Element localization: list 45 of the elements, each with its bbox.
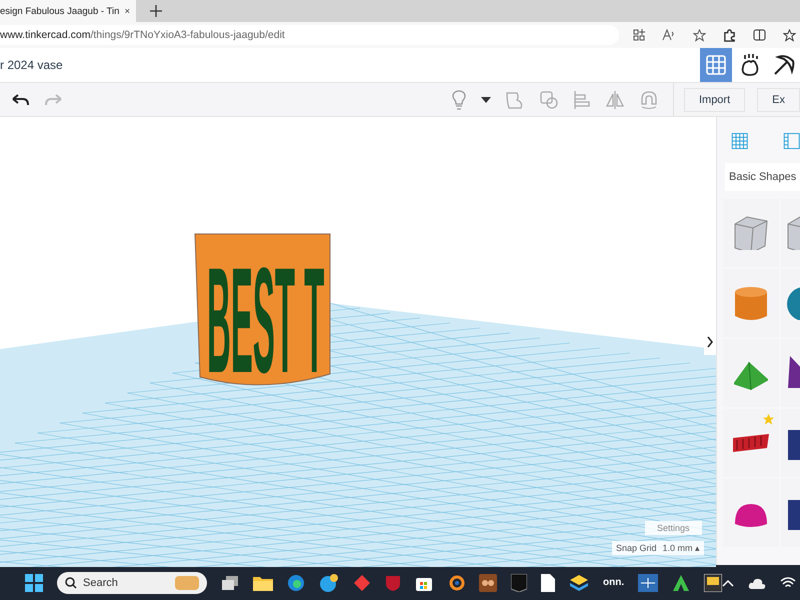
caret-icon[interactable] (480, 96, 491, 102)
ring-icon[interactable] (447, 574, 465, 592)
favorites-icon[interactable] (783, 28, 796, 42)
task-view-icon[interactable] (221, 574, 239, 590)
windows-logo-icon[interactable] (25, 574, 43, 592)
close-icon[interactable] (125, 6, 130, 16)
shield-icon[interactable] (385, 574, 401, 592)
folder-icon[interactable] (253, 574, 273, 590)
browser-icon[interactable] (287, 574, 305, 592)
lightbulb-icon[interactable] (450, 90, 467, 110)
layers-icon[interactable] (569, 574, 589, 592)
read-aloud-icon[interactable] (662, 29, 676, 41)
puzzle-icon[interactable] (723, 28, 736, 42)
text-shape-icon (733, 434, 769, 452)
picture-icon[interactable] (704, 574, 722, 592)
box-shape-icon (734, 216, 768, 250)
pickaxe-icon (772, 53, 796, 77)
chevron-up-icon[interactable] (722, 578, 734, 586)
star-outline-icon[interactable] (693, 28, 706, 42)
diamond-icon[interactable] (353, 574, 371, 592)
hand-icon (739, 53, 761, 77)
search-icon (65, 576, 77, 588)
browser-tab[interactable]: esign Fabulous Jaagub - Tin (0, 0, 136, 22)
onn-logo[interactable]: onn. (603, 577, 624, 588)
triangle-logo-icon[interactable] (672, 574, 690, 592)
new-tab-icon[interactable] (150, 5, 162, 17)
undo-icon[interactable] (12, 94, 30, 106)
import-button[interactable]: Import (684, 88, 746, 112)
split-screen-icon[interactable] (753, 29, 766, 41)
snap-grid-label: Snap Grid (616, 543, 657, 553)
snap-grid-dropdown[interactable]: 1.0 mm ▴ (662, 543, 700, 553)
grid-icon (706, 55, 726, 75)
cylinder-shape-icon (734, 286, 768, 320)
window-icon[interactable] (638, 574, 658, 592)
search-field[interactable]: Search (57, 572, 207, 594)
design-title[interactable]: r 2024 vase (0, 58, 63, 72)
app-grid-icon[interactable] (633, 29, 645, 41)
export-button[interactable]: Ex (757, 88, 800, 112)
shape-category-dropdown[interactable]: Basic Shapes (725, 163, 800, 191)
wifi-icon[interactable] (780, 576, 796, 588)
cloud-icon[interactable] (748, 576, 766, 588)
address-field[interactable]: www.tinkercad.com/things/9rTNoYxioA3-fabulous-jaagub/edit (0, 25, 619, 45)
document-icon[interactable] (541, 574, 555, 592)
chevron-right-icon (707, 336, 713, 348)
settings-button[interactable]: Settings (645, 521, 702, 535)
